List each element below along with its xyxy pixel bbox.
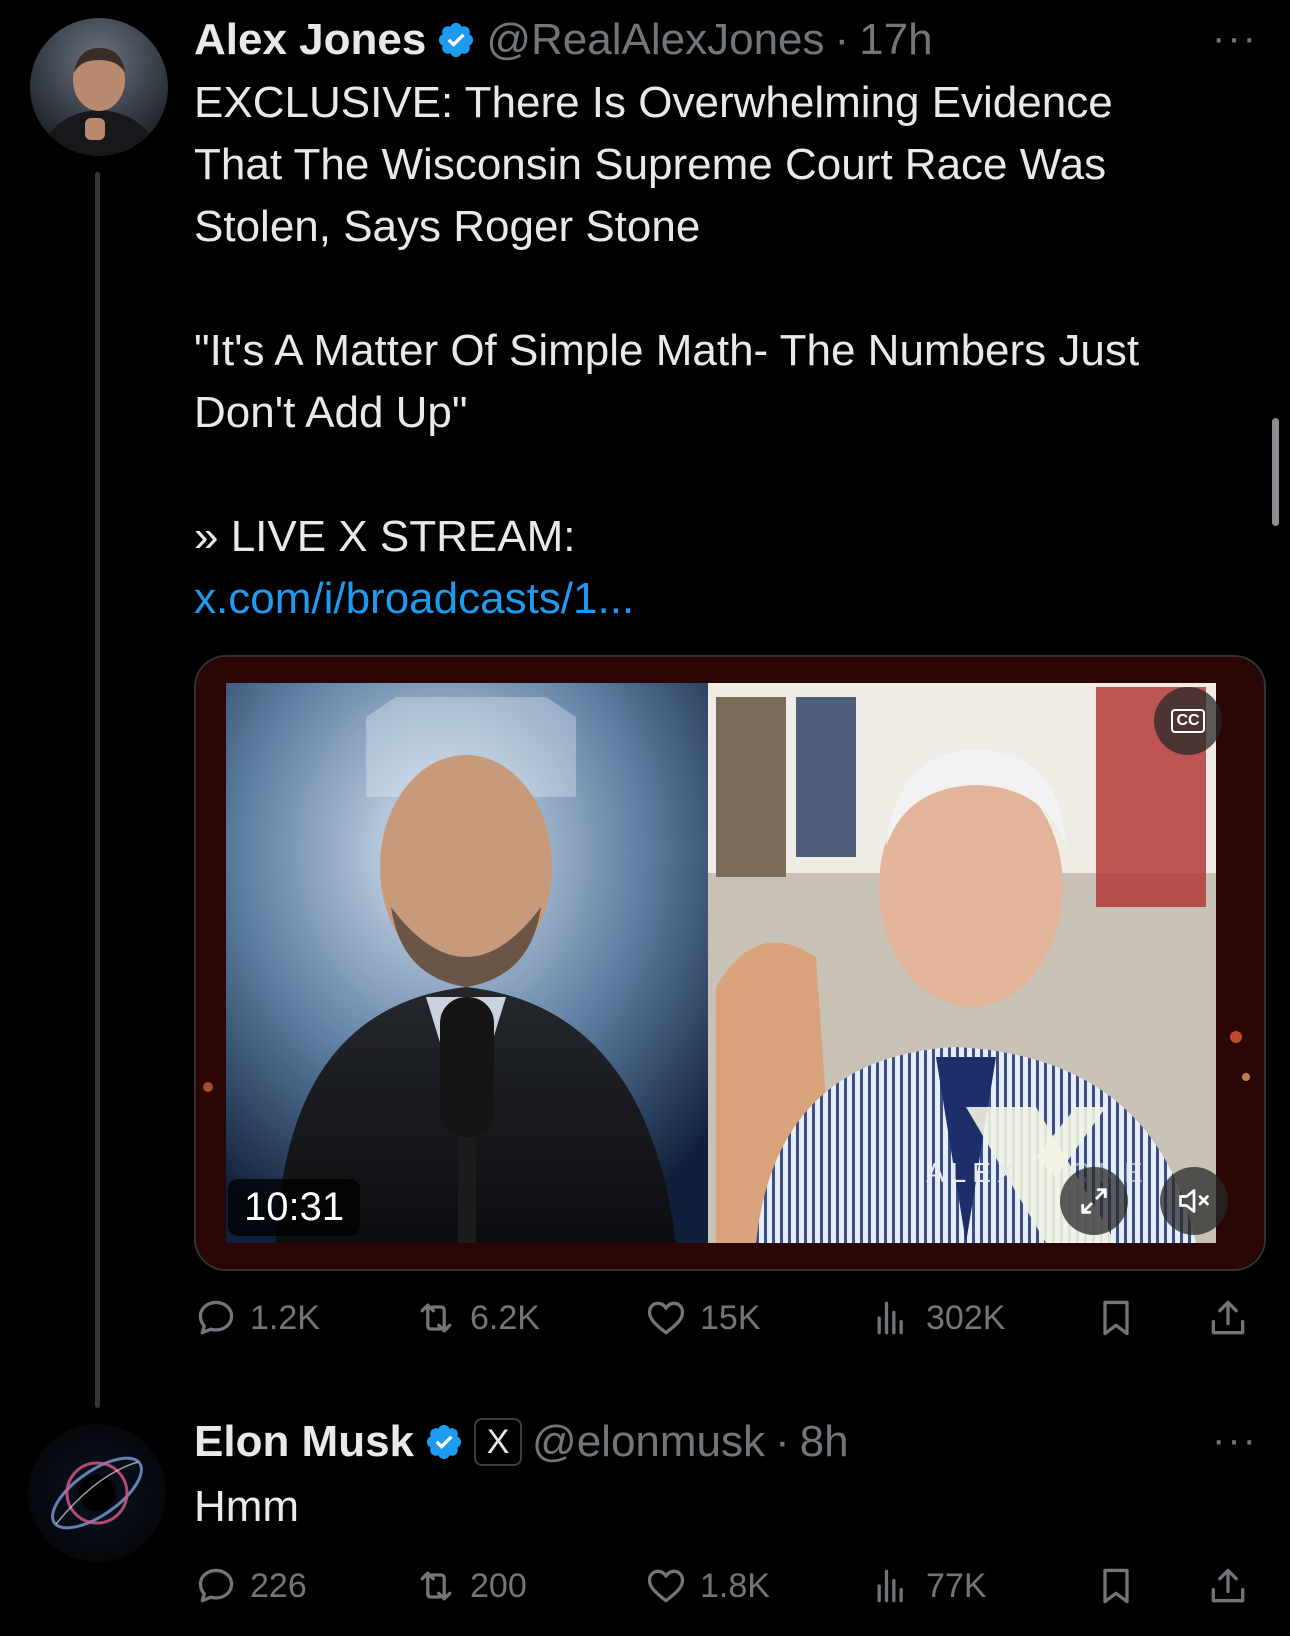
share-icon <box>1211 1300 1245 1335</box>
reply-author-avatar[interactable] <box>28 1424 166 1562</box>
reply-button[interactable]: 1.2K <box>194 1296 320 1340</box>
more-options-icon[interactable]: ··· <box>1212 16 1258 61</box>
verified-badge-icon[interactable] <box>436 20 476 60</box>
tweet-quote-line: "It's A Matter Of Simple Math- The Numbe… <box>194 326 1140 375</box>
reply-count: 226 <box>250 1566 307 1605</box>
author-avatar[interactable] <box>30 18 168 156</box>
verified-badge-icon[interactable] <box>424 1422 464 1462</box>
tweet-text-line: EXCLUSIVE: There Is Overwhelming Evidenc… <box>194 78 1113 127</box>
tweet-text: EXCLUSIVE: There Is Overwhelming Evidenc… <box>194 72 1254 630</box>
mute-button[interactable] <box>1160 1167 1228 1235</box>
tweet-header: Alex Jones @RealAlexJones · 17h <box>194 10 933 70</box>
views-button[interactable]: 302K <box>870 1296 1005 1340</box>
heart-icon <box>647 1301 685 1335</box>
action-bar: 1.2K 6.2K 15K 302K <box>194 1296 1256 1346</box>
view-count: 77K <box>926 1566 987 1605</box>
bookmark-icon <box>1103 1300 1129 1336</box>
video-duration: 10:31 <box>228 1179 361 1236</box>
timestamp[interactable]: 17h <box>859 15 932 65</box>
separator-dot: · <box>775 1417 790 1466</box>
reply-count: 1.2K <box>250 1298 320 1337</box>
reply-timestamp[interactable]: 8h <box>800 1417 849 1467</box>
broadcast-link[interactable]: x.com/i/broadcasts/1... <box>194 568 1254 630</box>
analytics-bars-icon <box>877 1301 903 1335</box>
reply-author-name[interactable]: Elon Musk <box>194 1417 414 1467</box>
share-button[interactable] <box>1206 1296 1250 1340</box>
reply-header: Elon Musk X @elonmusk · 8h <box>194 1412 849 1472</box>
reply-more-options-icon[interactable]: ··· <box>1212 1418 1258 1463</box>
reply-text: Hmm <box>194 1482 300 1531</box>
repost-button[interactable]: 200 <box>414 1564 527 1608</box>
share-button[interactable] <box>1206 1564 1250 1608</box>
repost-count: 200 <box>470 1566 527 1605</box>
tweet-quote-line: Don't Add Up" <box>194 388 468 437</box>
views-button[interactable]: 77K <box>870 1564 987 1608</box>
tweet-text-line: That The Wisconsin Supreme Court Race Wa… <box>194 140 1107 189</box>
thread-connector-line <box>95 172 100 1408</box>
avatar-image <box>30 18 168 156</box>
tweet-text-line: Stolen, Says Roger Stone <box>194 202 701 251</box>
author-name[interactable]: Alex Jones <box>194 15 426 65</box>
reply-author-handle[interactable]: @elonmusk <box>532 1417 765 1467</box>
reply-action-bar: 226 200 1.8K 77K <box>194 1564 1256 1614</box>
repost-icon <box>420 1571 452 1601</box>
reply-icon <box>198 1300 234 1335</box>
repost-count: 6.2K <box>470 1298 540 1337</box>
video-player[interactable]: ALEX ONE 10:31 CC <box>194 655 1266 1271</box>
watermark-text: ALEX <box>926 1157 1022 1188</box>
stream-label: » LIVE X STREAM: <box>194 512 576 561</box>
analytics-bars-icon <box>877 1569 903 1603</box>
bookmark-button[interactable] <box>1094 1564 1138 1608</box>
closed-captions-icon: CC <box>1171 709 1205 733</box>
like-count: 15K <box>700 1298 761 1337</box>
avatar-image <box>28 1424 166 1562</box>
fullscreen-button[interactable] <box>1060 1167 1128 1235</box>
captions-button[interactable]: CC <box>1154 687 1222 755</box>
heart-icon <box>647 1569 685 1603</box>
author-handle[interactable]: @RealAlexJones <box>486 15 824 65</box>
bookmark-icon <box>1103 1568 1129 1604</box>
reply-button[interactable]: 226 <box>194 1564 307 1608</box>
expand-icon <box>1081 1188 1107 1214</box>
like-button[interactable]: 1.8K <box>644 1564 770 1608</box>
reply-icon <box>198 1568 234 1603</box>
separator-dot: · <box>834 15 850 64</box>
share-icon <box>1211 1568 1245 1603</box>
like-count: 1.8K <box>700 1566 770 1605</box>
view-count: 302K <box>926 1298 1006 1337</box>
repost-button[interactable]: 6.2K <box>414 1296 540 1340</box>
like-button[interactable]: 15K <box>644 1296 761 1340</box>
muted-speaker-icon <box>1179 1189 1209 1213</box>
affiliate-x-badge[interactable]: X <box>474 1418 523 1466</box>
bookmark-button[interactable] <box>1094 1296 1138 1340</box>
scrollbar-thumb[interactable] <box>1272 418 1279 526</box>
repost-icon <box>420 1303 452 1333</box>
